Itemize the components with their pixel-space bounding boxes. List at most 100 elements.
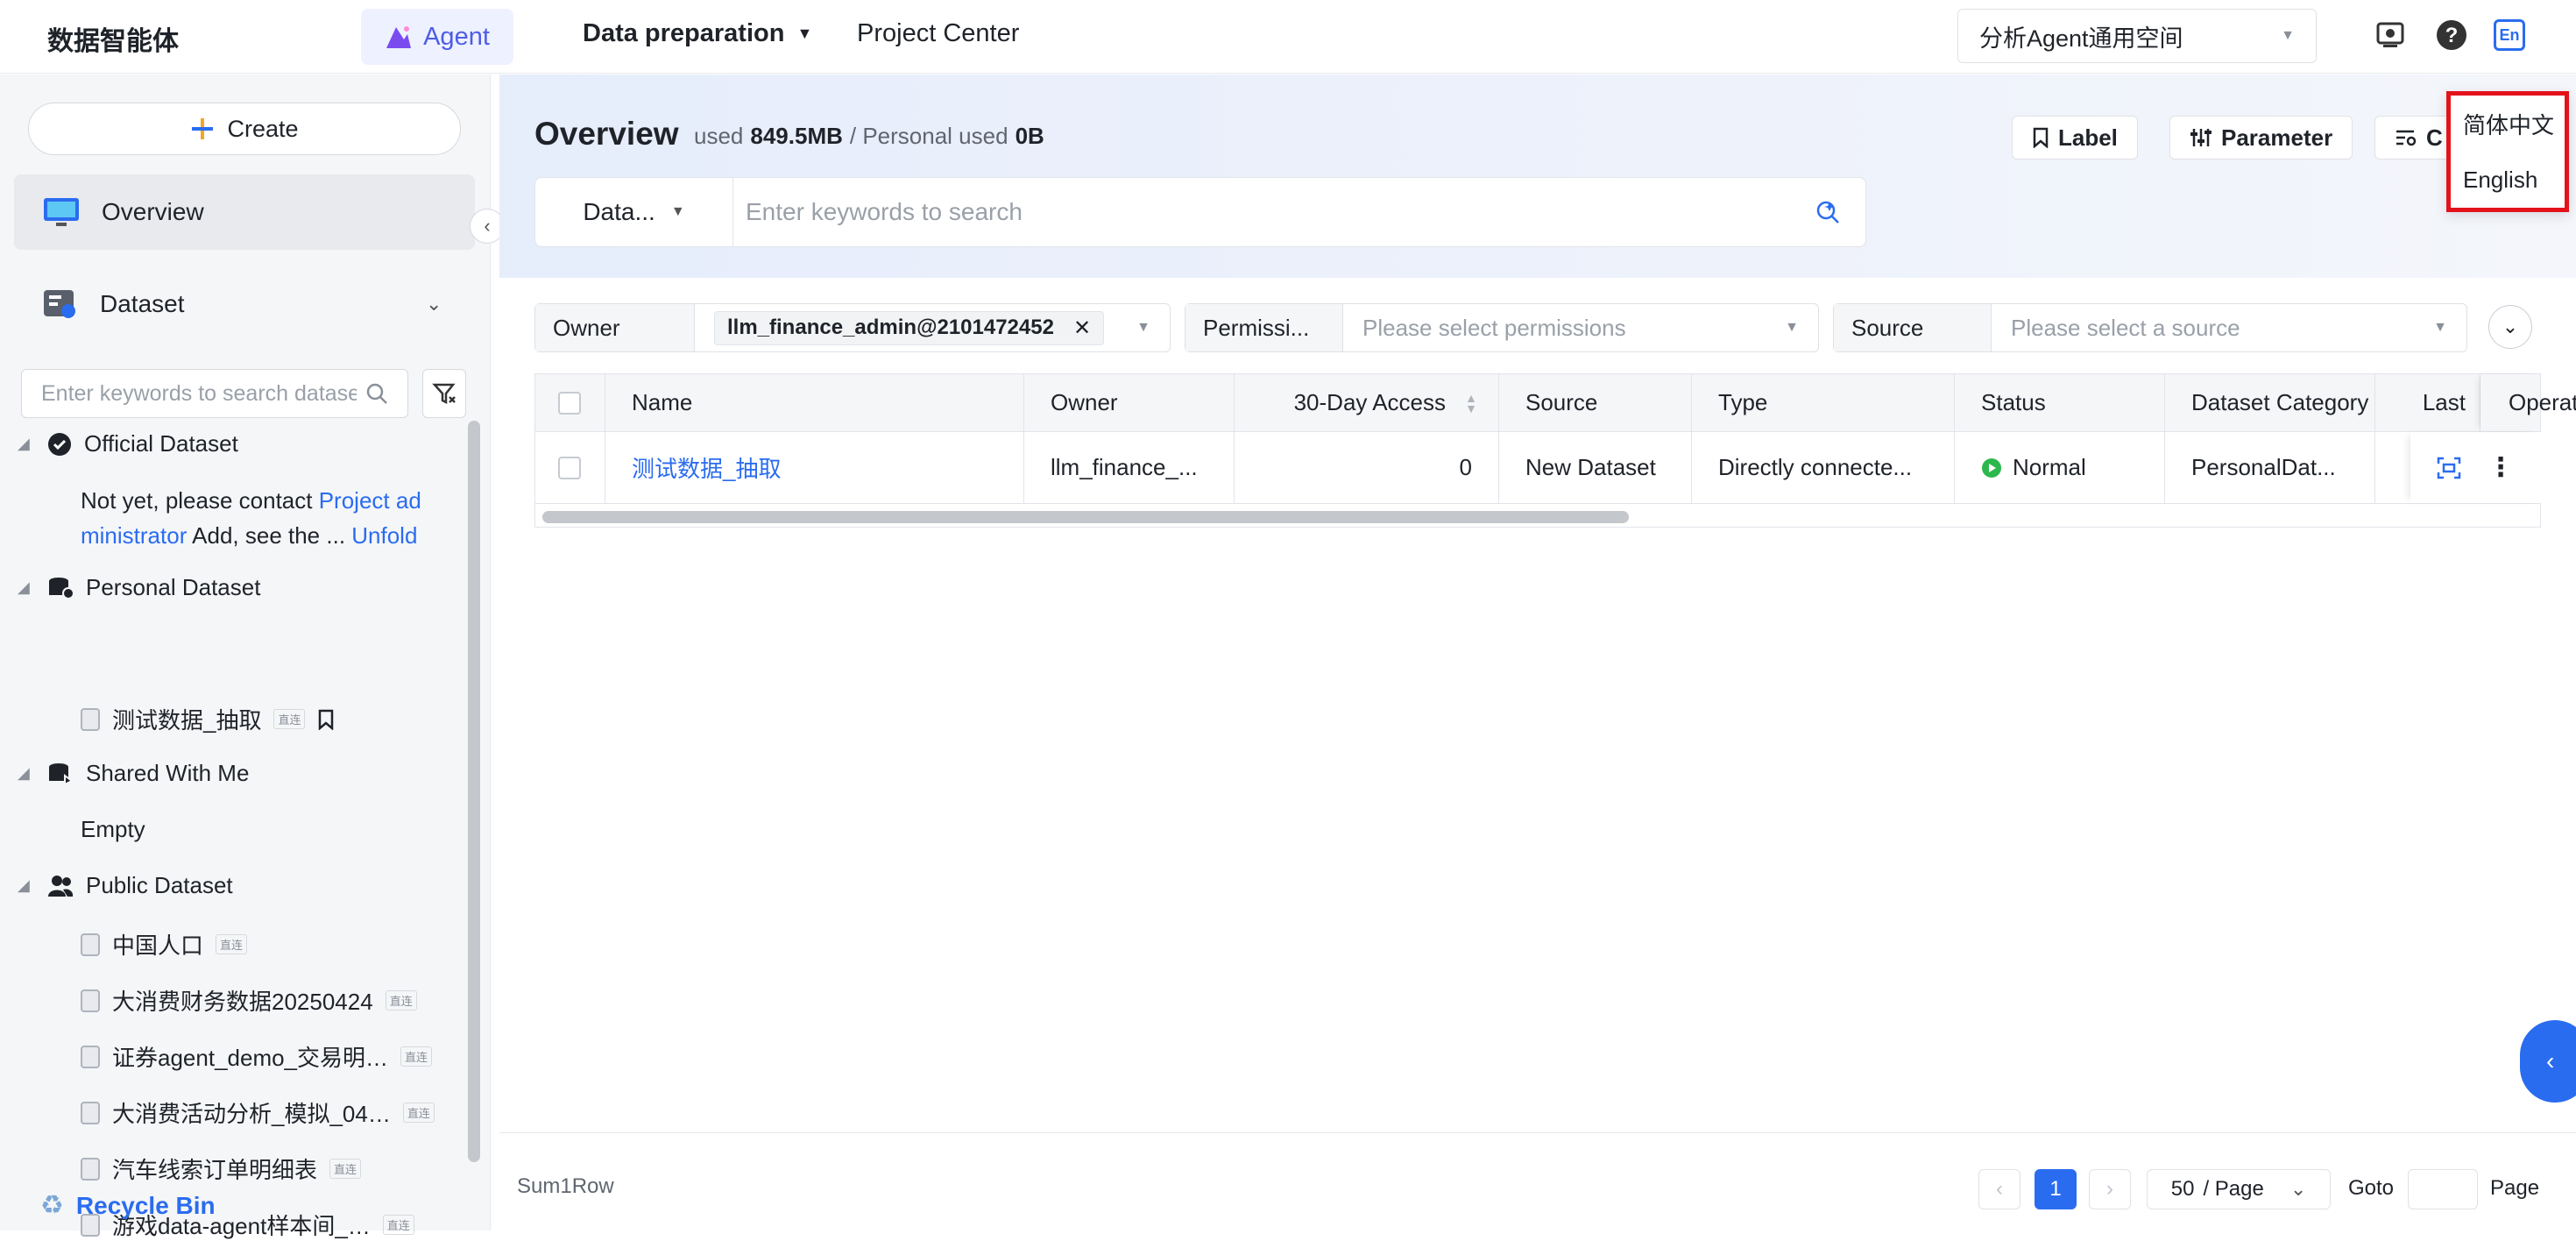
official-empty-message: Not yet, please contact Project ad minist… [81,483,449,553]
project-admin-link[interactable]: Project ad [319,487,421,514]
triangle-down-icon: ◢ [18,764,30,782]
workspace-select[interactable]: 分析Agent通用空间 ▼ [1957,9,2317,63]
tree-group-shared[interactable]: ◢ Shared With Me [18,760,249,787]
column-header-30-day-access[interactable]: 30-Day Access ▲ ▼ [1235,374,1499,431]
page-size-unit: / Page [2203,1177,2264,1201]
nav-agent[interactable]: Agent [361,9,513,65]
main-search-input[interactable] [733,198,1815,226]
agent-icon [386,26,412,48]
close-icon[interactable]: ✕ [1073,316,1091,341]
unfold-link[interactable]: Unfold [351,522,417,549]
owner-filter[interactable]: Owner llm_finance_admin@2101472452 ✕ ▼ [534,303,1171,352]
database-icon [81,1045,100,1068]
parameter-button[interactable]: Parameter [2169,116,2353,160]
recycle-bin-link[interactable]: ♻ Recycle Bin [40,1190,216,1221]
list-item[interactable]: 大消费活动分析_模拟_04… 直连 [81,1096,435,1129]
triangle-down-icon: ◢ [18,435,30,452]
column-header-operation: Operation [2480,374,2576,431]
prev-page-button[interactable]: ‹ [1978,1169,2020,1209]
row-checkbox[interactable] [558,456,581,479]
search-scope-select[interactable]: Data... ▼ [535,178,733,246]
cell-owner: llm_finance_... [1024,432,1235,503]
language-icon[interactable]: En [2494,19,2525,51]
column-header-name[interactable]: Name [605,374,1024,431]
column-header-category[interactable]: Dataset Category [2165,374,2375,431]
language-option-zh[interactable]: 简体中文 [2451,96,2565,152]
direct-tag: 直连 [385,990,417,1011]
goto-label: Goto [2348,1176,2395,1200]
label-button[interactable]: Label [2012,116,2138,160]
goto-page-input[interactable] [2408,1169,2478,1209]
personal-used-value: 0B [1015,123,1044,149]
chevron-right-icon: › [2106,1177,2113,1201]
recycle-icon: ♻ [40,1191,64,1220]
project-admin-link-cont[interactable]: ministrator [81,522,187,549]
tree-group-official[interactable]: ◢ Official Dataset [18,430,238,457]
permission-filter[interactable]: Permissi... Please select permissions ▼ [1185,303,1819,352]
sidebar: Create Overview Dataset ⌄ ◢ Official Dat… [0,74,491,1239]
triangle-down-icon: ◢ [18,876,30,894]
monitor-settings-icon[interactable] [2373,18,2408,53]
table-row[interactable]: 测试数据_抽取 llm_finance_... 0 New Dataset Di… [535,432,2542,504]
tree-group-public[interactable]: ◢ Public Dataset [18,872,233,899]
column-header-source[interactable]: Source [1499,374,1692,431]
tree-group-personal[interactable]: ◢ Personal Dataset [18,574,260,601]
sort-icon[interactable]: ▲ ▼ [1465,392,1477,415]
users-icon [48,875,74,897]
preview-icon[interactable] [2437,457,2461,479]
list-item[interactable]: 大消费财务数据20250424 直连 [81,984,417,1017]
column-header-last[interactable]: Last [2375,374,2480,431]
bookmark-icon[interactable] [317,709,335,730]
sliders-icon [2190,129,2212,146]
sidebar-scrollbar[interactable] [468,421,480,1162]
top-bar: 数据智能体 Agent Data preparation ▼ Project C… [0,0,2576,74]
chevron-left-icon: ‹ [2546,1047,2555,1074]
dataset-search-input[interactable] [41,380,357,407]
list-settings-icon [2396,130,2417,146]
database-icon [81,933,100,956]
next-page-button[interactable]: › [2089,1169,2131,1209]
filter-button[interactable] [422,369,466,418]
sidebar-item-overview[interactable]: Overview [14,174,475,250]
help-icon[interactable]: ? [2434,18,2469,53]
caret-down-icon: ▼ [2281,28,2295,43]
source-filter-label: Source [1834,304,1992,351]
personal-used-label: / Personal used [849,123,1008,149]
list-item[interactable]: 中国人口 直连 [81,928,248,961]
message-suffix: Add, see the ... [187,522,352,549]
language-option-en[interactable]: English [2451,152,2565,208]
ai-search-icon[interactable] [1815,199,1841,225]
column-header-status[interactable]: Status [1955,374,2165,431]
owner-tag: llm_finance_admin@2101472452 ✕ [714,310,1105,345]
list-item[interactable]: 汽车线索订单明细表 直连 [81,1152,362,1185]
chevron-down-icon[interactable]: ⌄ [426,293,442,316]
sidebar-item-dataset[interactable]: Dataset ⌄ [14,269,475,339]
cell-access: 0 [1235,432,1499,503]
nav-project-center[interactable]: Project Center [857,19,1019,48]
direct-tag: 直连 [273,709,306,729]
more-icon[interactable]: ⋮ [2488,452,2514,483]
page-size-select[interactable]: 50 / Page ⌄ [2147,1169,2331,1209]
create-button[interactable]: Create [28,103,461,155]
list-item[interactable]: 测试数据_抽取 直连 [81,703,335,735]
source-filter[interactable]: Source Please select a source ▼ [1833,303,2467,352]
column-header-owner[interactable]: Owner [1024,374,1235,431]
storage-usage: used 849.5MB / Personal used 0B [694,123,1044,150]
select-all-checkbox[interactable] [558,391,581,415]
column-header-type[interactable]: Type [1692,374,1955,431]
cell-operation: ⋮ [2410,432,2542,503]
floating-assistant-button[interactable]: ‹ [2520,1020,2576,1103]
page-number-current[interactable]: 1 [2035,1169,2077,1209]
search-icon[interactable] [365,382,388,405]
direct-tag: 直连 [329,1159,362,1179]
page-label: Page [2490,1176,2540,1200]
expand-filters-button[interactable]: ⌄ [2488,305,2532,349]
table-horizontal-scrollbar[interactable] [542,511,1629,523]
nav-data-preparation[interactable]: Data preparation ▼ [583,19,812,48]
cell-status: Normal [1955,432,2165,503]
direct-tag: 直连 [216,934,248,954]
list-item[interactable]: 证券agent_demo_交易明… 直连 [81,1040,433,1073]
dataset-name-link[interactable]: 测试数据_抽取 [605,432,1024,503]
table-header: Name Owner 30-Day Access ▲ ▼ Source Type … [535,374,2576,432]
sidebar-item-label: Overview [102,198,204,225]
